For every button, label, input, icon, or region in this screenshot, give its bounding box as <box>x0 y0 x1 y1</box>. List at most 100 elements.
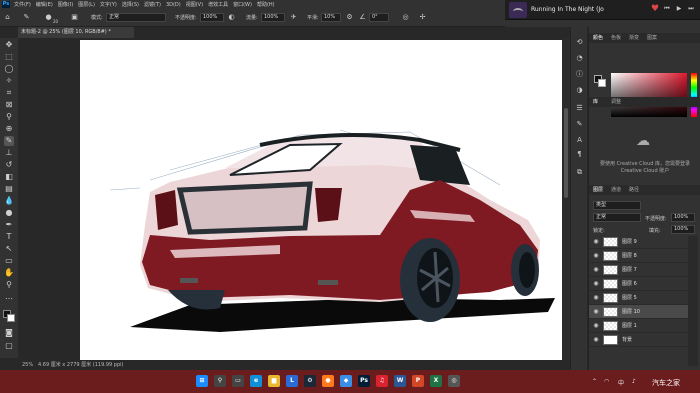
powerpoint-icon[interactable]: P <box>412 375 424 387</box>
menu-select[interactable]: 选择(S) <box>122 1 139 8</box>
brush-tool-icon[interactable]: ✎ <box>4 136 14 146</box>
color-picker-field[interactable] <box>611 73 687 117</box>
app-orange-icon[interactable]: ● <box>322 375 334 387</box>
smooth-options-icon[interactable]: ⚙ <box>345 13 354 22</box>
play-icon[interactable]: ▶ <box>675 5 683 13</box>
browser-l-icon[interactable]: L <box>286 375 298 387</box>
file-explorer-icon[interactable]: ▆ <box>268 375 280 387</box>
brush-settings-icon[interactable]: ▣ <box>70 13 79 22</box>
healing-brush-tool-icon[interactable]: ⊕ <box>4 124 14 134</box>
eye-icon[interactable]: ◉ <box>592 280 600 288</box>
layer-row[interactable]: ◉ 图层 7 <box>589 263 689 277</box>
tab-layers[interactable]: 图层 <box>593 185 603 195</box>
symmetry-icon[interactable]: ✢ <box>418 13 427 22</box>
tab-gradients[interactable]: 渐变 <box>629 33 639 43</box>
menu-view[interactable]: 视图(V) <box>186 1 203 8</box>
photoshop-logo-icon[interactable]: Ps <box>2 1 10 8</box>
canvas[interactable] <box>80 40 562 360</box>
history-brush-tool-icon[interactable]: ↺ <box>4 160 14 170</box>
color-swatches[interactable] <box>3 310 15 322</box>
blend-mode-select[interactable]: 正常 <box>593 213 641 222</box>
heart-icon[interactable]: ♥ <box>651 4 659 14</box>
mode-select[interactable]: 正常 <box>106 13 166 22</box>
layers-scrollbar[interactable] <box>688 236 698 366</box>
path-selection-tool-icon[interactable]: ↖ <box>4 244 14 254</box>
prev-icon[interactable]: ⏮ <box>663 5 671 13</box>
tab-adjustments[interactable]: 调整 <box>611 97 621 107</box>
marquee-tool-icon[interactable]: ⬚ <box>4 52 14 62</box>
paragraph-icon[interactable]: ¶ <box>574 149 585 159</box>
magic-wand-tool-icon[interactable]: ✧ <box>4 76 14 86</box>
photoshop-icon[interactable]: Ps <box>358 375 370 387</box>
smooth-input[interactable]: 10% <box>321 13 341 22</box>
menu-image[interactable]: 图像(I) <box>58 1 73 8</box>
menu-filter[interactable]: 滤镜(T) <box>144 1 161 8</box>
quick-mask-icon[interactable]: ◙ <box>4 328 14 338</box>
task-view-icon[interactable]: ▭ <box>232 375 244 387</box>
crop-tool-icon[interactable]: ⌗ <box>4 88 14 98</box>
brush-tool-icon[interactable]: ✎ <box>22 13 31 22</box>
tab-color[interactable]: 颜色 <box>593 33 603 43</box>
netease-music-icon[interactable]: ♫ <box>376 375 388 387</box>
tray-chevron-icon[interactable]: ⌃ <box>592 378 597 385</box>
layer-row[interactable]: ◉ 图层 8 <box>589 249 689 263</box>
airbrush-icon[interactable]: ✈ <box>289 13 298 22</box>
fill-input[interactable]: 100% <box>671 225 695 234</box>
hue-slider[interactable] <box>691 73 697 117</box>
tab-libraries[interactable]: 库 <box>593 97 598 107</box>
layer-row-selected[interactable]: ◉ 图层 10 <box>589 305 689 319</box>
lasso-tool-icon[interactable]: ◯ <box>4 64 14 74</box>
layer-row[interactable]: ◉ 图层 9 <box>589 235 689 249</box>
opacity-input[interactable]: 100% <box>200 13 224 22</box>
adjustments-icon[interactable]: ◑ <box>574 85 585 95</box>
menu-layer[interactable]: 图层(L) <box>78 1 95 8</box>
pen-tool-icon[interactable]: ✒ <box>4 220 14 230</box>
layer-row[interactable]: ◉ 背景 <box>589 333 689 347</box>
home-icon[interactable]: ⌂ <box>3 13 12 22</box>
color-sampler-icon[interactable]: ◔ <box>574 53 585 63</box>
menu-help[interactable]: 帮助(H) <box>257 1 275 8</box>
search-icon[interactable]: ⚲ <box>214 375 226 387</box>
edge-browser-icon[interactable]: e <box>250 375 262 387</box>
vertical-scrollbar[interactable] <box>562 38 570 360</box>
menu-plugins[interactable]: 增效工具 <box>208 1 228 8</box>
tab-channels[interactable]: 通道 <box>611 185 621 195</box>
menu-file[interactable]: 文件(F) <box>14 1 31 8</box>
word-icon[interactable]: W <box>394 375 406 387</box>
excel-icon[interactable]: X <box>430 375 442 387</box>
history-icon[interactable]: ⟲ <box>574 37 585 47</box>
move-tool-icon[interactable]: ✥ <box>4 40 14 50</box>
eyedropper-tool-icon[interactable]: ⚲ <box>4 112 14 122</box>
scroll-thumb[interactable] <box>564 108 568 198</box>
pressure-size-icon[interactable]: ◎ <box>401 13 410 22</box>
gradient-tool-icon[interactable]: ▤ <box>4 184 14 194</box>
wifi-icon[interactable]: ◠ <box>604 378 609 385</box>
menu-type[interactable]: 文字(Y) <box>100 1 117 8</box>
dodge-tool-icon[interactable]: ● <box>4 208 14 218</box>
tab-patterns[interactable]: 图案 <box>647 33 657 43</box>
glyph-icon[interactable]: ⧉ <box>574 167 585 177</box>
windows-start-icon[interactable]: ⊞ <box>196 375 208 387</box>
brushes-icon[interactable]: ✎ <box>574 119 585 129</box>
document-tab[interactable]: 未标题-2 @ 25% (图层 10, RGB/8#) * <box>18 27 134 38</box>
eye-icon[interactable]: ◉ <box>592 294 600 302</box>
input-method-indicator[interactable]: 中 <box>618 378 624 387</box>
eye-icon[interactable]: ◉ <box>592 336 600 344</box>
more-tools-icon[interactable]: … <box>4 292 14 302</box>
eye-icon[interactable]: ◉ <box>592 238 600 246</box>
blur-tool-icon[interactable]: 💧 <box>4 196 14 206</box>
eraser-tool-icon[interactable]: ◧ <box>4 172 14 182</box>
pressure-opacity-icon[interactable]: ◐ <box>227 13 236 22</box>
rectangle-tool-icon[interactable]: ▭ <box>4 256 14 266</box>
game-app-icon[interactable]: ◎ <box>448 375 460 387</box>
brush-preset-icon[interactable]: ● <box>44 13 53 22</box>
angle-input[interactable]: 0° <box>369 13 389 22</box>
menu-3d[interactable]: 3D(D) <box>166 2 181 8</box>
layer-row[interactable]: ◉ 图层 1 <box>589 319 689 333</box>
tab-swatches[interactable]: 色板 <box>611 33 621 43</box>
layer-filter-select[interactable]: 类型 <box>593 201 641 210</box>
properties-icon[interactable]: ☰ <box>574 103 585 113</box>
panel-background-swatch[interactable] <box>598 79 606 87</box>
tab-paths[interactable]: 路径 <box>629 185 639 195</box>
character-icon[interactable]: A <box>574 135 585 145</box>
